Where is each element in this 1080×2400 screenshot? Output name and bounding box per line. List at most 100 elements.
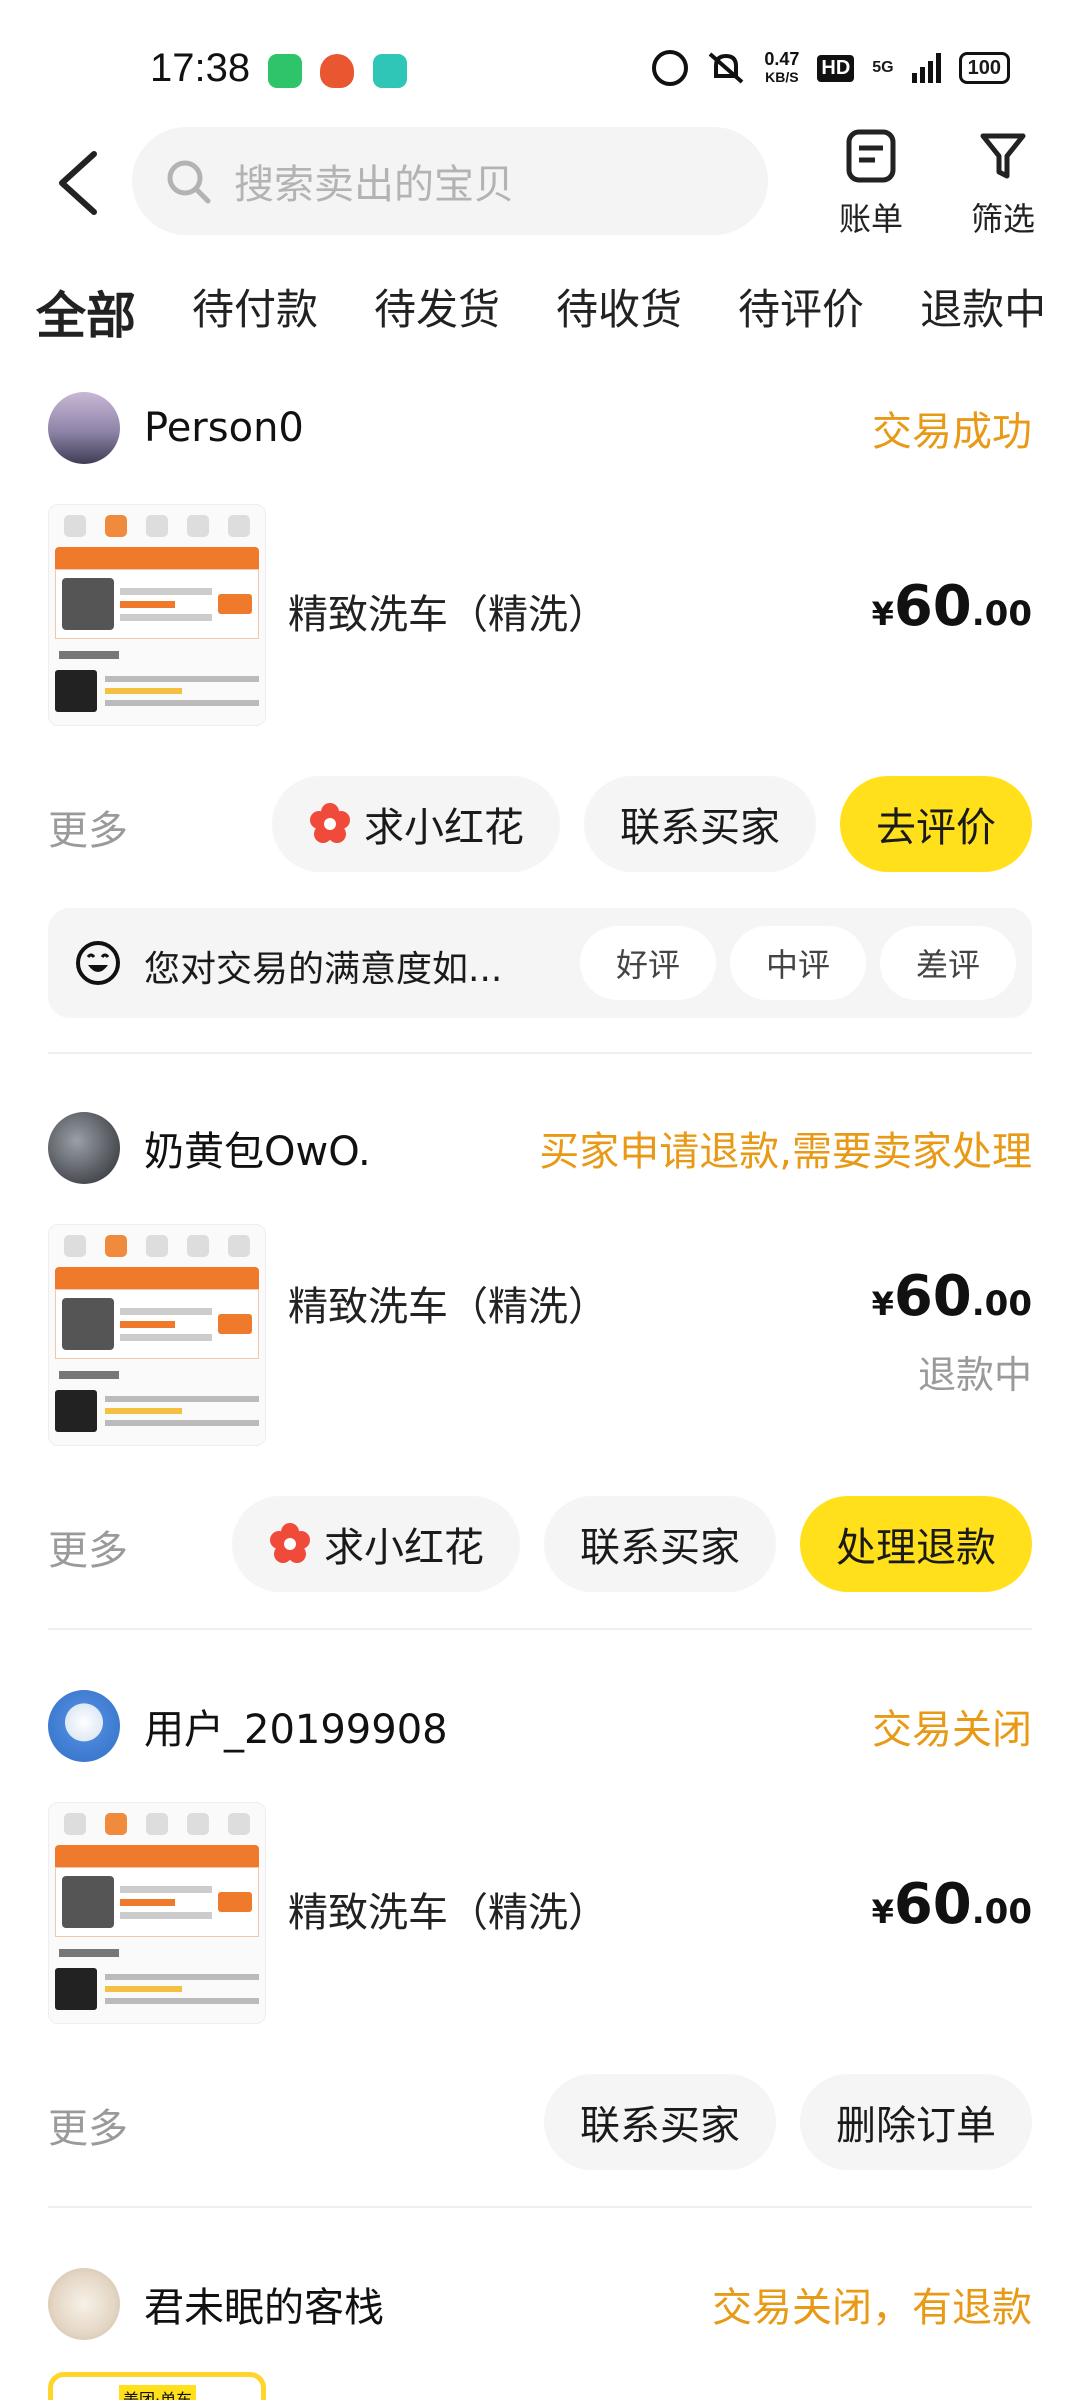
tab-pending-shipment[interactable]: 待发货: [374, 276, 500, 340]
search-input[interactable]: 搜索卖出的宝贝: [132, 127, 768, 235]
order-status: 交易成功: [872, 409, 1032, 455]
product-thumbnail: [48, 504, 266, 726]
tab-all[interactable]: 全部: [36, 276, 136, 345]
button-label: 求小红花: [364, 805, 524, 851]
net-speed: 0.47 KB/S: [764, 50, 799, 86]
back-arrow-icon: [59, 151, 97, 215]
handle-refund-button[interactable]: 处理退款: [800, 1496, 1032, 1592]
status-bar: 17:38 0.47 KB/S HD 5G 100: [0, 0, 1080, 140]
price-dec: .00: [971, 1284, 1032, 1324]
price-currency: ¥: [871, 1285, 894, 1323]
bill-label: 账单: [838, 200, 903, 238]
chat-app-icon: [373, 54, 407, 88]
buyer-name: 用户_20199908: [144, 1707, 448, 1753]
rating-question: 您对交易的满意度如...: [144, 949, 503, 990]
rating-bad-button[interactable]: 差评: [880, 926, 1016, 1000]
divider: [48, 2206, 1032, 2208]
contact-buyer-button[interactable]: 联系买家: [544, 1496, 776, 1592]
smiley-icon: [76, 941, 120, 985]
network-type: 5G: [872, 59, 894, 76]
contact-buyer-button[interactable]: 联系买家: [584, 776, 816, 872]
tab-pending-review[interactable]: 待评价: [738, 276, 864, 340]
product-title: 精致洗车（精洗）: [288, 1284, 608, 1330]
alarm-icon: [652, 50, 689, 86]
avatar[interactable]: [48, 392, 120, 464]
satisfaction-rating: 您对交易的满意度如... 好评 中评 差评: [48, 908, 1032, 1018]
avatar[interactable]: [48, 1690, 120, 1762]
product-title: 精致洗车（精洗）: [288, 1890, 608, 1936]
order-item[interactable]: 精致洗车（精洗） ¥60.00 退款中: [48, 1224, 1032, 1446]
buyer-info[interactable]: 君未眠的客栈: [48, 2268, 384, 2340]
filter-icon: [980, 133, 1026, 179]
filter-label: 筛选: [970, 200, 1035, 238]
robot-app-icon: [320, 54, 354, 88]
tab-refunding[interactable]: 退款中: [920, 276, 1046, 340]
divider: [48, 1628, 1032, 1630]
net-speed-value: 0.47: [764, 49, 800, 69]
more-button[interactable]: 更多: [48, 2096, 128, 2154]
price-currency: ¥: [871, 595, 894, 633]
price-dec: .00: [971, 594, 1032, 634]
price-dec: .00: [971, 1892, 1032, 1932]
buyer-info[interactable]: 奶黄包OwO.: [48, 1112, 371, 1184]
flower-icon: [310, 803, 350, 843]
hd-badge: HD: [817, 54, 855, 82]
signal-icon: [911, 53, 941, 83]
buyer-info[interactable]: Person0: [48, 392, 304, 464]
filter-button[interactable]: 筛选: [958, 128, 1048, 240]
product-thumbnail: [48, 1224, 266, 1446]
buyer-name: 奶黄包OwO.: [144, 1129, 371, 1175]
order-card: 用户_20199908 交易关闭 精致洗车（精洗） ¥60.00 更多 联系买家…: [48, 1686, 1032, 2170]
status-time: 17:38: [150, 46, 251, 90]
rating-good-button[interactable]: 好评: [580, 926, 716, 1000]
delete-order-button[interactable]: 删除订单: [800, 2074, 1032, 2170]
contact-buyer-button[interactable]: 联系买家: [544, 2074, 776, 2170]
refund-status: 退款中: [917, 1353, 1032, 1397]
price-int: 60: [893, 1264, 972, 1329]
order-tabs: 全部 待付款 待发货 待收货 待评价 退款中: [36, 276, 1080, 346]
button-label: 求小红花: [324, 1525, 484, 1571]
order-status: 买家申请退款,需要卖家处理: [539, 1129, 1032, 1175]
messages-app-icon: [268, 54, 302, 88]
product-price: ¥60.00: [872, 1872, 1032, 1937]
search-icon: [167, 160, 211, 204]
order-item[interactable]: 精致洗车（精洗） ¥60.00: [48, 1802, 1032, 2024]
avatar[interactable]: [48, 2268, 120, 2340]
divider: [48, 1052, 1032, 1054]
buyer-name: 君未眠的客栈: [144, 2285, 384, 2331]
ask-flower-button[interactable]: 求小红花: [272, 776, 560, 872]
product-thumbnail: [48, 1802, 266, 2024]
order-card: Person0 交易成功 精致洗车（精洗） ¥60.00 更多 求小红花 联系买…: [48, 388, 1032, 1018]
back-button[interactable]: [50, 148, 106, 218]
mute-icon: [709, 52, 744, 84]
tab-pending-payment[interactable]: 待付款: [192, 276, 318, 340]
price-currency: ¥: [871, 1893, 894, 1931]
tab-pending-receipt[interactable]: 待收货: [556, 276, 682, 340]
order-item[interactable]: 精致洗车（精洗） ¥60.00: [48, 504, 1032, 726]
battery-icon: 100: [958, 52, 1010, 84]
bill-button[interactable]: 账单: [826, 128, 916, 240]
search-placeholder: 搜索卖出的宝贝: [234, 162, 514, 208]
order-card: 君未眠的客栈 交易关闭，有退款: [48, 2264, 1032, 2344]
buyer-info[interactable]: 用户_20199908: [48, 1690, 448, 1762]
more-button[interactable]: 更多: [48, 1518, 128, 1576]
buyer-name: Person0: [144, 405, 304, 451]
rating-neutral-button[interactable]: 中评: [730, 926, 866, 1000]
net-speed-unit: KB/S: [765, 69, 799, 85]
product-price: ¥60.00: [872, 1264, 1032, 1329]
product-thumbnail[interactable]: 美团·单车: [48, 2372, 266, 2400]
more-button[interactable]: 更多: [48, 798, 128, 856]
price-int: 60: [893, 574, 972, 639]
product-price: ¥60.00: [872, 574, 1032, 639]
order-status: 交易关闭: [872, 1707, 1032, 1753]
thumbnail-tag: 美团·单车: [119, 2385, 197, 2400]
order-card: 奶黄包OwO. 买家申请退款,需要卖家处理 精致洗车（精洗） ¥60.00 退款…: [48, 1108, 1032, 1592]
avatar[interactable]: [48, 1112, 120, 1184]
product-title: 精致洗车（精洗）: [288, 592, 608, 638]
tab-label: 全部: [36, 287, 136, 345]
flower-icon: [270, 1523, 310, 1563]
ask-flower-button[interactable]: 求小红花: [232, 1496, 520, 1592]
order-status: 交易关闭，有退款: [712, 2285, 1032, 2331]
review-button[interactable]: 去评价: [840, 776, 1032, 872]
price-int: 60: [893, 1872, 972, 1937]
